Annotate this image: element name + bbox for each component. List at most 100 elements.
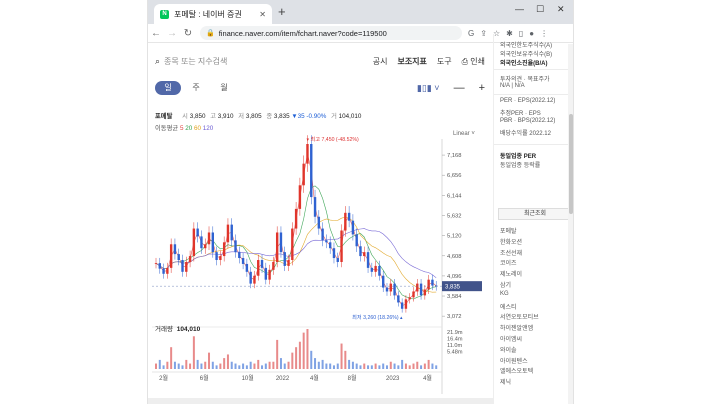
time-tick-label: 2023 xyxy=(386,376,400,382)
volume-bar xyxy=(385,365,388,369)
volume-bar xyxy=(219,363,222,369)
volume-bar xyxy=(158,359,161,369)
recent-item[interactable]: 삼기 xyxy=(500,280,511,289)
volume-bar xyxy=(287,361,290,369)
address-bar[interactable]: 🔒 finance.naver.com/item/fchart.naver?co… xyxy=(200,26,462,40)
sb-per: PER · EPS(2022.12) xyxy=(500,98,556,104)
candle-body xyxy=(211,232,214,253)
new-tab-icon[interactable]: + xyxy=(278,5,286,19)
share-icon[interactable]: ⇪ xyxy=(480,29,487,38)
scroll-thumb[interactable] xyxy=(569,114,573,214)
reload-icon[interactable]: ↻ xyxy=(180,28,196,39)
recent-item[interactable]: 제노레이 xyxy=(500,269,522,278)
time-tick-label: 4월 xyxy=(310,374,319,382)
volume-bar xyxy=(359,365,362,369)
candle-body xyxy=(419,283,423,296)
candle-body xyxy=(313,197,317,217)
est-per-label: 추정PER xyxy=(500,111,524,117)
candle-body xyxy=(241,258,245,264)
recent-views-tab[interactable]: 최근조회 xyxy=(498,208,572,220)
sb-invest: 투자의견 · 목표주가 xyxy=(500,77,550,83)
volume-bar xyxy=(272,361,275,369)
sb-industry-rate: 동일업종 등락률 xyxy=(500,163,541,169)
candle-body xyxy=(158,263,161,269)
sb-dividend: 배당수익률 2022.12 xyxy=(500,128,551,137)
candle-body xyxy=(196,228,199,237)
volume-bar xyxy=(257,359,260,369)
horizontal-scrollbar[interactable] xyxy=(148,398,493,404)
per-label: PER xyxy=(500,98,513,104)
maximize-icon[interactable]: ☐ xyxy=(536,4,544,15)
dividend-date: 2022.12 xyxy=(529,131,551,137)
recent-item[interactable]: 조선선재 xyxy=(500,248,522,257)
recent-item[interactable]: 서연오토모티브 xyxy=(500,312,539,321)
candle-body xyxy=(332,248,336,259)
candle-body xyxy=(291,228,294,261)
volume-bar xyxy=(412,363,415,369)
candle-body xyxy=(181,260,184,272)
back-icon[interactable]: ← xyxy=(148,28,164,39)
recent-item[interactable]: 아이원텐스 xyxy=(500,356,528,365)
volume-bar xyxy=(420,365,423,369)
recent-item[interactable]: 아이엠씨 xyxy=(500,334,522,343)
recent-item[interactable]: 와이솔 xyxy=(500,345,517,354)
volume-bar xyxy=(404,363,407,369)
volume-bar xyxy=(332,365,335,369)
volume-bar xyxy=(291,352,294,369)
time-tick-label: 2월 xyxy=(159,374,168,382)
price-tick-label: 4,608 xyxy=(447,254,462,260)
candle-body xyxy=(249,271,252,284)
volume-bar xyxy=(226,354,229,369)
recent-item[interactable]: 제닉 xyxy=(500,377,511,386)
tab-close-icon[interactable]: ✕ xyxy=(259,10,266,19)
candle-body xyxy=(351,220,355,235)
candle-body xyxy=(340,230,343,262)
recent-item[interactable]: 포메탈 xyxy=(500,226,517,235)
recent-item[interactable]: 코이즈 xyxy=(500,258,517,267)
volume-bar xyxy=(367,365,370,369)
candle-body xyxy=(336,258,339,262)
candle-body xyxy=(294,208,298,229)
volume-bar xyxy=(306,329,309,369)
google-icon[interactable]: G xyxy=(468,29,474,38)
volume-bar xyxy=(173,361,176,369)
recent-item[interactable]: 에스티 xyxy=(500,302,517,311)
forward-icon[interactable]: → xyxy=(164,28,180,39)
candle-body xyxy=(219,256,222,261)
volume-bar xyxy=(196,359,199,369)
candle-body xyxy=(344,212,347,231)
sidebar-divider xyxy=(494,69,573,70)
candle-body xyxy=(185,261,188,272)
volume-bar xyxy=(283,363,286,369)
price-chart[interactable]: 7,168 6,656 6,144 5,632 5,120 4,608 4,096 3,584… xyxy=(148,44,493,404)
browser-tab[interactable]: N 포메탈 : 네이버 증권 ✕ xyxy=(154,4,272,24)
volume-bar xyxy=(245,365,248,369)
recent-item[interactable]: KG xyxy=(500,291,509,297)
candle-body xyxy=(173,244,177,255)
candle-body xyxy=(412,291,415,298)
candle-body xyxy=(302,163,305,186)
volume-bar xyxy=(185,359,188,369)
volume-bar xyxy=(389,361,392,369)
time-tick-label: 10월 xyxy=(242,374,254,382)
candle-body xyxy=(245,263,249,272)
time-tick-label: 4월 xyxy=(423,374,432,382)
candle-body xyxy=(389,283,392,292)
candle-body xyxy=(366,252,370,268)
volume-title-value: 104,010 xyxy=(176,326,201,333)
recent-item[interactable]: 한화오션 xyxy=(500,237,522,246)
bps-label: BPS(2022.12) xyxy=(517,118,556,124)
candle-body xyxy=(400,302,404,309)
recent-item[interactable]: 엘에스오토텍 xyxy=(500,366,533,375)
volume-bar xyxy=(355,363,358,369)
volume-bar xyxy=(348,359,351,369)
volume-bar xyxy=(427,359,430,369)
minimize-icon[interactable]: — xyxy=(515,4,524,14)
close-window-icon[interactable]: ✕ xyxy=(557,4,565,15)
recent-item[interactable]: 하이젠알앤엠 xyxy=(500,323,533,332)
naver-favicon-icon: N xyxy=(160,9,169,19)
sidebar-divider xyxy=(494,144,573,145)
dividend-label: 배당수익률 xyxy=(500,131,528,137)
candle-body xyxy=(310,144,313,198)
vertical-scrollbar[interactable] xyxy=(568,44,573,404)
